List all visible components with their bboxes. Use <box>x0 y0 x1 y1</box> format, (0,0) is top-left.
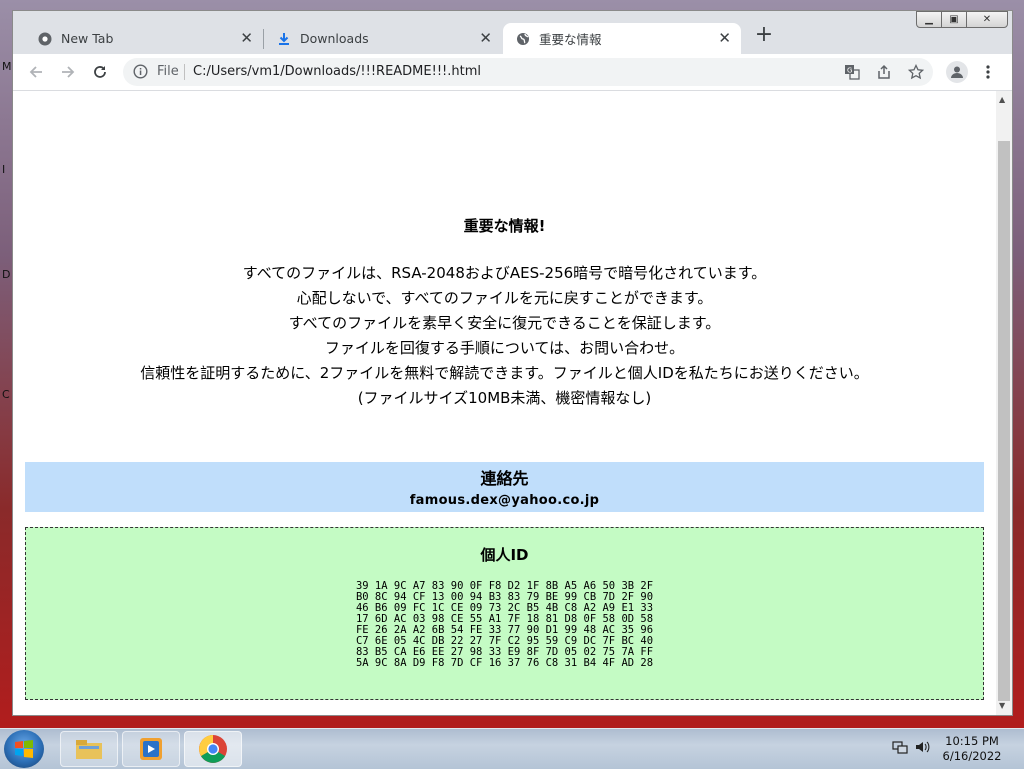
scroll-up-icon[interactable]: ▲ <box>999 95 1005 104</box>
contact-email[interactable]: famous.dex@yahoo.co.jp <box>25 493 984 508</box>
download-icon <box>276 31 292 47</box>
windows-logo-icon <box>15 740 33 758</box>
info-icon[interactable] <box>133 64 148 83</box>
taskbar: 10:15 PM 6/16/2022 <box>0 728 1024 769</box>
url-text[interactable]: C:/Users/vm1/Downloads/!!!README!!!.html <box>193 64 481 79</box>
minimize-button[interactable]: ▁ <box>916 11 942 28</box>
contact-section: 連絡先 famous.dex@yahoo.co.jp <box>25 462 984 512</box>
taskbar-chrome[interactable] <box>184 731 242 767</box>
tab-important-info[interactable]: 重要な情報 ✕ <box>503 23 741 54</box>
browser-toolbar: File C:/Users/vm1/Downloads/!!!README!!!… <box>13 54 1012 91</box>
message-line: すべてのファイルを素早く安全に復元できることを保証します。 <box>288 314 721 332</box>
tab-downloads[interactable]: Downloads ✕ <box>264 23 502 54</box>
chrome-icon <box>199 735 227 763</box>
clock-date: 6/16/2022 <box>942 749 1002 763</box>
close-window-button[interactable]: ✕ <box>966 11 1008 28</box>
message-line: 心配しないで、すべてのファイルを元に戻すことができます。 <box>296 289 713 307</box>
forward-button[interactable] <box>57 61 79 83</box>
tab-strip: New Tab ✕ Downloads ✕ 重要な情報 ✕ + ▁ ▣ ✕ <box>13 11 1012 54</box>
message-line: すべてのファイルは、RSA-2048およびAES-256暗号で暗号化されています… <box>242 264 767 282</box>
new-tab-button[interactable]: + <box>753 24 775 47</box>
back-button[interactable] <box>25 61 47 83</box>
scroll-down-icon[interactable]: ▼ <box>999 701 1005 710</box>
url-scheme: File <box>157 64 179 79</box>
contact-heading: 連絡先 <box>480 469 529 488</box>
close-icon[interactable]: ✕ <box>718 29 731 47</box>
scrollbar-thumb[interactable] <box>998 141 1010 701</box>
personal-id-hex: 39 1A 9C A7 83 90 0F F8 D2 1F 8B A5 A6 5… <box>26 581 983 669</box>
desktop-icon-label[interactable]: D <box>2 268 10 281</box>
volume-icon[interactable] <box>914 739 930 758</box>
profile-avatar-icon[interactable] <box>946 61 968 83</box>
globe-icon <box>515 31 531 47</box>
vertical-scrollbar[interactable]: ▲ ▼ <box>996 91 1012 715</box>
hex-row: 5A 9C 8A D9 F8 7D CF 16 37 76 C8 31 B4 4… <box>355 657 654 669</box>
message-line: 信頼性を証明するために、2ファイルを無料で解読できます。ファイルと個人IDを私た… <box>140 364 869 382</box>
menu-kebab-icon[interactable] <box>979 63 997 81</box>
share-icon[interactable] <box>875 63 893 81</box>
page-viewport: 重要な情報! すべてのファイルは、RSA-2048およびAES-256暗号で暗号… <box>13 91 996 715</box>
start-button[interactable] <box>4 730 44 768</box>
personal-id-section: 個人ID 39 1A 9C A7 83 90 0F F8 D2 1F 8B A5… <box>25 527 984 700</box>
system-clock[interactable]: 10:15 PM 6/16/2022 <box>932 734 1012 764</box>
clock-time: 10:15 PM <box>945 734 999 748</box>
tab-new-tab[interactable]: New Tab ✕ <box>25 23 263 54</box>
taskbar-explorer[interactable] <box>60 731 118 767</box>
chrome-icon <box>37 31 53 47</box>
bookmark-star-icon[interactable] <box>907 63 925 81</box>
tab-label: New Tab <box>61 31 114 46</box>
page-title: 重要な情報! <box>463 217 546 235</box>
translate-icon[interactable]: G <box>843 63 861 81</box>
maximize-button[interactable]: ▣ <box>941 11 967 28</box>
tab-label: 重要な情報 <box>539 32 602 47</box>
taskbar-media-player[interactable] <box>122 731 180 767</box>
address-bar[interactable]: File C:/Users/vm1/Downloads/!!!README!!!… <box>123 58 933 86</box>
desktop-icon-label[interactable]: C <box>2 388 10 401</box>
divider <box>184 64 185 80</box>
message-body: すべてのファイルは、RSA-2048およびAES-256暗号で暗号化されています… <box>13 261 996 411</box>
close-icon[interactable]: ✕ <box>479 29 492 47</box>
tab-label: Downloads <box>300 31 369 46</box>
message-line: ファイルを回復する手順については、お問い合わせ。 <box>324 339 685 357</box>
media-player-icon <box>140 738 162 760</box>
svg-text:G: G <box>847 67 852 75</box>
desktop-icon-label[interactable]: M <box>2 60 12 73</box>
explorer-icon <box>76 740 102 759</box>
close-icon[interactable]: ✕ <box>240 29 253 47</box>
desktop-icon-label[interactable]: I <box>2 163 5 176</box>
message-line: (ファイルサイズ10MB未満、機密情報なし) <box>357 389 652 407</box>
reload-button[interactable] <box>89 61 111 83</box>
network-icon[interactable] <box>892 739 908 758</box>
personal-id-heading: 個人ID <box>480 546 529 564</box>
browser-window: New Tab ✕ Downloads ✕ 重要な情報 ✕ + ▁ ▣ ✕ Fi… <box>12 10 1013 716</box>
